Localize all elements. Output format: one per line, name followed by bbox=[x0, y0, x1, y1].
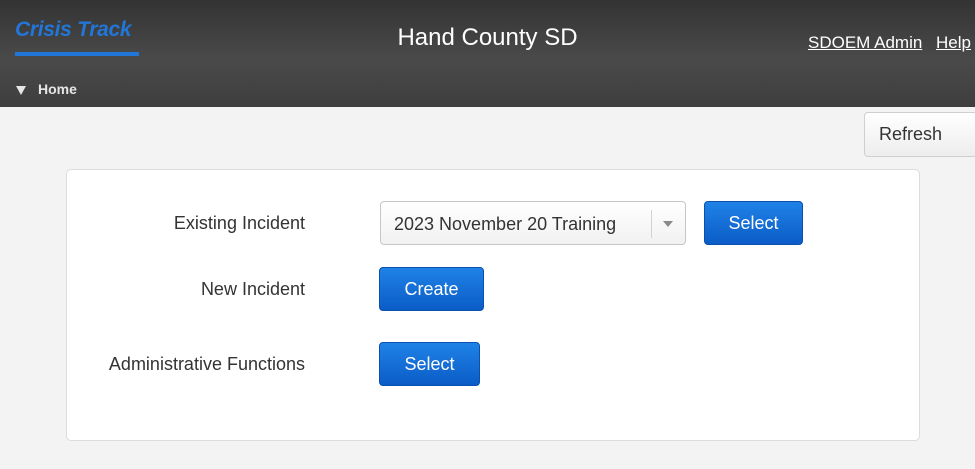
new-incident-label: New Incident bbox=[200, 279, 305, 299]
existing-incident-label: Existing Incident bbox=[173, 213, 305, 233]
chevron-down-icon bbox=[663, 221, 673, 227]
existing-incident-select[interactable]: 2023 November 20 Training bbox=[380, 201, 686, 245]
nav-home[interactable]: Home bbox=[16, 81, 77, 97]
nav-home-label: Home bbox=[38, 81, 77, 97]
app-header: Crisis Track Hand County SD SDOEM Admin … bbox=[0, 0, 975, 107]
existing-incident-value: 2023 November 20 Training bbox=[394, 214, 617, 234]
refresh-button[interactable]: Refresh bbox=[864, 112, 975, 157]
triangle-down-icon[interactable] bbox=[16, 85, 26, 95]
user-account-link[interactable]: SDOEM Admin bbox=[808, 33, 922, 52]
header-links: SDOEM Admin Help bbox=[799, 33, 971, 53]
combo-dropdown-button[interactable] bbox=[651, 210, 685, 238]
admin-functions-select-button[interactable]: Select bbox=[379, 342, 480, 386]
page: Crisis Track Hand County SD SDOEM Admin … bbox=[0, 0, 975, 469]
select-incident-button[interactable]: Select bbox=[704, 201, 803, 245]
logo-underline bbox=[15, 52, 139, 56]
create-incident-button[interactable]: Create bbox=[379, 267, 484, 311]
help-link[interactable]: Help bbox=[936, 33, 971, 52]
admin-functions-label: Administrative Functions bbox=[108, 354, 305, 374]
incident-selection-panel: Existing Incident 2023 November 20 Train… bbox=[66, 169, 920, 441]
